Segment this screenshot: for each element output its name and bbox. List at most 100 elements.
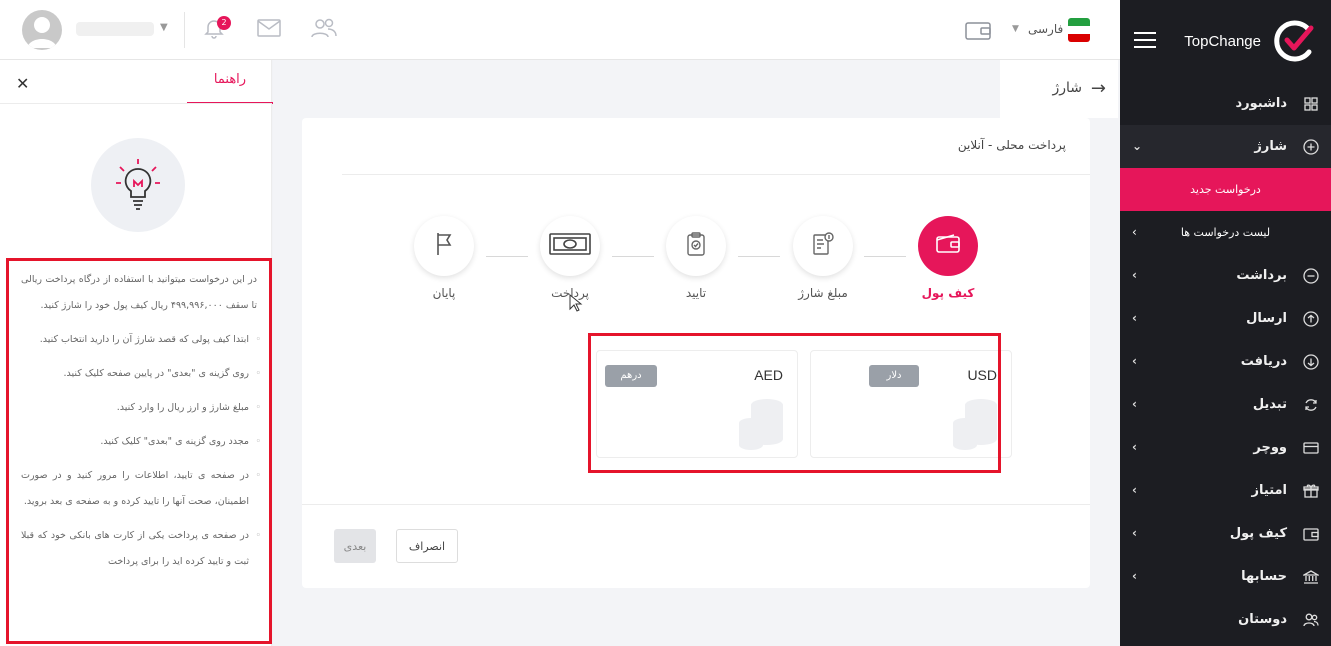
cancel-button[interactable]: انصراف [396,529,458,563]
topbar-divider [184,12,185,48]
next-button[interactable]: بعدی [334,529,376,563]
sidebar-item-label: امتیاز [1251,483,1287,498]
iran-flag-icon[interactable] [1068,18,1090,42]
highlight-frame-wallets [588,333,1001,473]
step-label-wallet: کیف پول [921,286,975,300]
help-step: در صفحه ی پرداخت یکی از کارت های بانکی خ… [21,523,261,575]
sidebar-item-label: شارژ [1254,139,1287,154]
help-intro: در این درخواست میتوانید با استفاده از در… [21,274,257,311]
step-finish[interactable] [414,216,474,276]
step-confirm[interactable] [666,216,726,276]
tab-divider [0,103,272,104]
sidebar-subitem-request-list[interactable]: ‹ لیست درخواست ها [1120,211,1331,254]
mail-icon[interactable] [256,16,284,44]
step-connector [486,256,528,257]
help-step: روی گزینه ی "بعدی" در پایین صفحه کلیک کن… [21,361,261,387]
sidebar-item-points[interactable]: ‹ امتیاز [1120,469,1331,512]
page-title: شارژ [1052,80,1082,96]
sidebar-subitem-new-request[interactable]: درخواست جدید [1120,168,1331,211]
mouse-cursor-icon [569,293,583,316]
bank-icon [1303,569,1319,585]
help-step: مجدد روی گزینه ی "بعدی" کلیک کنید. [21,429,261,455]
sidebar-item-receive[interactable]: ‹ دریافت [1120,340,1331,383]
minus-circle-icon [1303,267,1319,284]
brand-name: TopChange [1184,33,1261,50]
sidebar-item-label: کیف پول [1229,526,1287,541]
grid-icon [1303,96,1319,112]
user-name-placeholder[interactable] [76,22,154,36]
sidebar-item-label: تبدیل [1252,397,1287,412]
step-wallet[interactable] [918,216,978,276]
sidebar-item-label: داشبورد [1235,96,1287,111]
users-icon [1303,612,1319,628]
sidebar-item-charge[interactable]: ⌄ شارژ [1120,125,1331,168]
sidebar-item-label: برداشت [1236,268,1287,283]
sidebar-item-friends[interactable]: دوستان [1120,598,1331,641]
sidebar-item-dashboard[interactable]: داشبورد [1120,82,1331,125]
hamburger-menu-icon[interactable] [1134,32,1156,48]
chevron-left-icon: ‹ [1132,268,1137,282]
topchange-logo-icon [1271,18,1317,64]
notification-badge: 2 [217,16,231,30]
tab-guide[interactable]: راهنما [187,72,273,104]
chevron-left-icon: ‹ [1132,483,1137,497]
card-footer-divider [302,504,1090,505]
sidebar-item-label: ووچر [1253,440,1287,455]
step-connector [612,256,654,257]
help-text-frame: در این درخواست میتوانید با استفاده از در… [6,258,272,644]
help-step: مبلغ شارژ و ارز ریال را وارد کنید. [21,395,261,421]
chevron-down-icon: ⌄ [1132,139,1143,153]
avatar[interactable] [22,10,62,50]
sidebar-item-label: دوستان [1238,612,1287,627]
lightbulb-icon [91,138,185,232]
sidebar-item-wallet[interactable]: ‹ کیف پول [1120,512,1331,555]
chevron-left-icon: ‹ [1132,397,1137,411]
sidebar-item-label: لیست درخواست ها [1180,226,1271,239]
arrow-up-circle-icon [1303,310,1319,327]
users-icon[interactable] [310,16,338,44]
step-amount[interactable] [793,216,853,276]
step-label-finish: پایان [432,286,456,300]
step-payment[interactable] [540,216,600,276]
card-icon [1303,440,1319,456]
step-label-amount: مبلغ شارژ [798,286,848,300]
sidebar-item-exchange[interactable]: ‹ تبدیل [1120,383,1331,426]
help-step: در صفحه ی تایید، اطلاعات را مرور کنید و … [21,463,261,515]
help-panel: ✕ راهنما در این درخواست میتوانید با استف… [0,60,273,646]
sidebar-item-label: دریافت [1240,354,1287,369]
page-header: → شارژ [1000,60,1118,118]
sidebar-item-label: حسابها [1241,569,1287,584]
close-icon[interactable]: ✕ [16,74,29,93]
wallet-icon [1303,526,1319,542]
chevron-left-icon: ‹ [1132,354,1137,368]
language-selector[interactable]: فارسی [1028,22,1063,36]
step-connector [864,256,906,257]
arrow-down-circle-icon [1303,353,1319,370]
wallet-icon [934,232,962,260]
sidebar-item-send[interactable]: ‹ ارسال [1120,297,1331,340]
chevron-left-icon: ‹ [1132,526,1137,540]
card-divider [342,174,1090,175]
receipt-icon [809,230,837,262]
chevron-left-icon: ‹ [1132,225,1137,239]
gift-icon [1303,483,1319,499]
step-connector [738,256,780,257]
sidebar-item-voucher[interactable]: ‹ ووچر [1120,426,1331,469]
clipboard-check-icon [684,230,708,262]
refresh-icon [1303,397,1319,413]
wallet-icon[interactable] [964,18,992,46]
chevron-left-icon: ‹ [1132,440,1137,454]
back-arrow-icon[interactable]: → [1091,78,1106,99]
flag-icon [433,231,455,261]
help-step: ابتدا کیف پولی که قصد شارژ آن را دارید ا… [21,327,261,353]
language-caret-icon[interactable]: ▼ [1012,24,1019,34]
sidebar-item-withdraw[interactable]: ‹ برداشت [1120,254,1331,297]
user-menu-caret-icon[interactable]: ▼ [160,22,168,33]
chevron-left-icon: ‹ [1132,569,1137,583]
sidebar: TopChange داشبورد ⌄ شارژ درخواست جدید ‹ … [1120,0,1331,646]
plus-circle-icon [1303,138,1319,155]
card-title: پرداخت محلی - آنلاین [957,138,1066,152]
sidebar-item-label: ارسال [1246,311,1287,326]
sidebar-item-accounts[interactable]: ‹ حسابها [1120,555,1331,598]
step-label-confirm: تایید [685,286,707,300]
